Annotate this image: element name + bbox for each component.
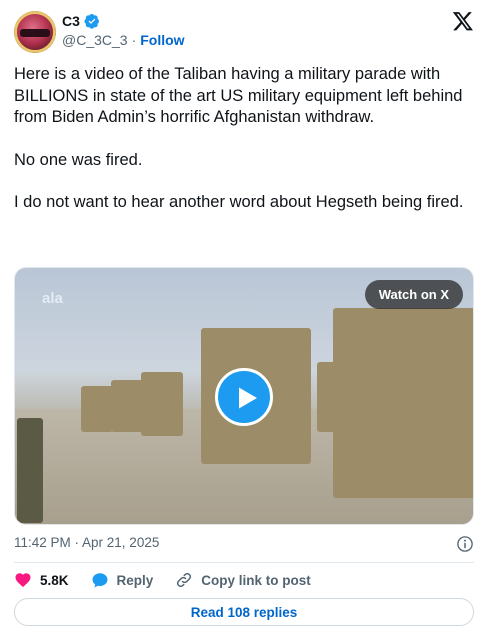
x-logo-icon[interactable] — [452, 10, 474, 32]
verified-badge-icon — [84, 14, 99, 29]
tweet-body: Here is a video of the Taliban having a … — [14, 64, 474, 235]
tweet-header: C3 @C_3C_3 · Follow — [14, 10, 474, 54]
channel-watermark: ala — [42, 290, 63, 307]
copy-link-button[interactable]: Copy link to post — [175, 571, 311, 589]
heart-icon — [15, 573, 31, 588]
play-button[interactable] — [215, 368, 273, 426]
avatar[interactable] — [14, 11, 56, 53]
vehicle — [333, 308, 473, 498]
tweet-paragraph: No one was fired. — [14, 150, 143, 169]
author-handle[interactable]: @C_3C_3 — [62, 32, 128, 48]
watch-on-x-button[interactable]: Watch on X — [364, 280, 463, 309]
link-icon — [177, 572, 192, 588]
reply-bubble-icon — [92, 573, 108, 588]
follow-button[interactable]: Follow — [140, 32, 184, 48]
author-name[interactable]: C3 — [62, 13, 80, 29]
play-icon — [239, 387, 257, 409]
reply-button[interactable]: Reply — [91, 571, 154, 589]
read-replies-button[interactable]: Read 108 replies — [14, 598, 474, 626]
video-player[interactable]: ala Watch on X — [14, 267, 474, 525]
handle-row: @C_3C_3 · Follow — [62, 32, 185, 48]
action-bar: 5.8K Reply Copy link to post — [14, 568, 311, 592]
copy-link-label: Copy link to post — [201, 572, 311, 588]
soldier — [17, 418, 43, 523]
like-button[interactable]: 5.8K — [14, 571, 69, 589]
separator-dot: · — [131, 32, 137, 48]
vehicle — [81, 386, 113, 432]
reply-label: Reply — [116, 572, 154, 588]
tweet-timestamp[interactable]: 11:42 PM · Apr 21, 2025 — [14, 535, 159, 550]
tweet-paragraph: Here is a video of the Taliban having a … — [14, 65, 463, 126]
divider — [14, 562, 474, 563]
like-count: 5.8K — [40, 572, 69, 588]
author-name-row: C3 — [62, 13, 100, 29]
vehicle — [141, 372, 183, 436]
tweet-paragraph: I do not want to hear another word about… — [14, 193, 464, 211]
info-icon[interactable] — [456, 535, 474, 553]
